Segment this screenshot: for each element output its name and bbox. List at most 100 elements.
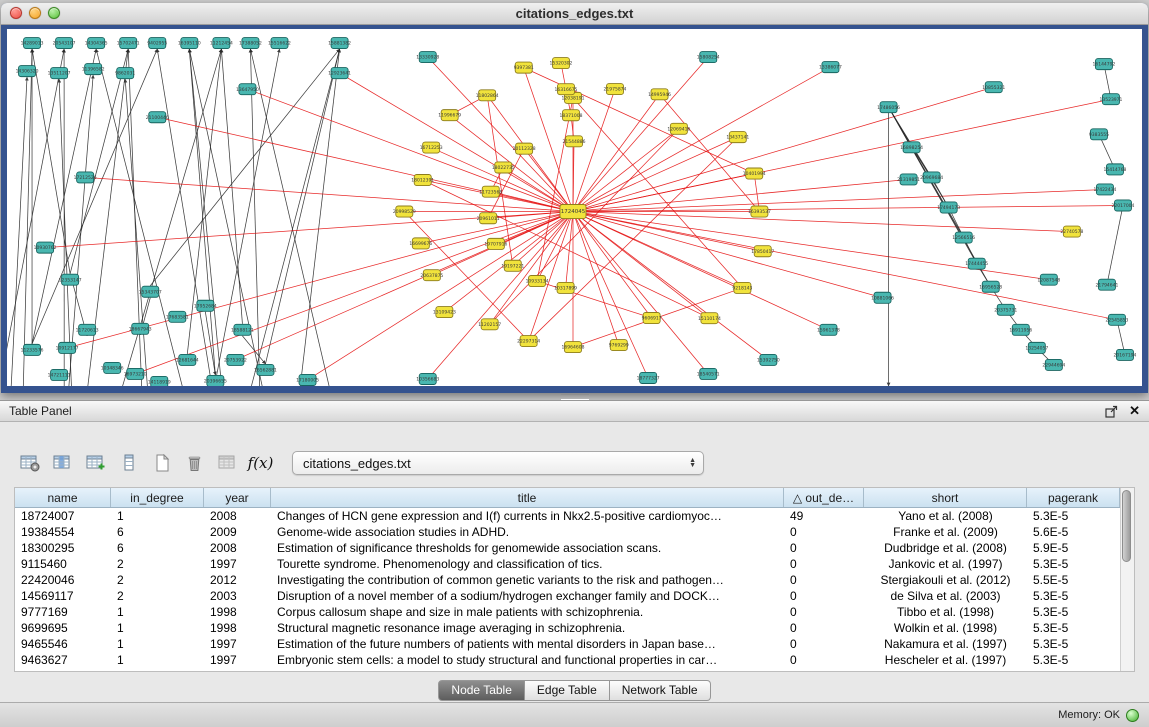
table-row[interactable]: 2242004622012Investigating the contribut… xyxy=(15,572,1120,588)
svg-text:16699676: 16699676 xyxy=(409,241,432,247)
memory-ok-indicator xyxy=(1126,709,1139,722)
column-header-title[interactable]: title xyxy=(271,488,784,507)
column-header-name[interactable]: name xyxy=(15,488,111,507)
svg-text:9769299: 9769299 xyxy=(609,343,629,349)
table-cell-title: Embryonic stem cells: a model to study s… xyxy=(271,652,784,668)
table-cell-pagerank: 5.3E-5 xyxy=(1027,636,1120,652)
table-cell-year: 1998 xyxy=(204,620,271,636)
table-row[interactable]: 946554611997Estimation of the future num… xyxy=(15,636,1120,652)
table-cell-year: 2008 xyxy=(204,508,271,524)
table-cell-year: 1997 xyxy=(204,636,271,652)
table-cell-name: 9115460 xyxy=(15,556,111,572)
svg-text:13647950: 13647950 xyxy=(236,87,259,93)
table-row[interactable]: 1872400712008Changes of HCN gene express… xyxy=(15,508,1120,524)
network-graph-canvas[interactable]: 1428901320543107143043651570247194029551… xyxy=(7,29,1142,386)
table-plus-icon xyxy=(86,454,106,472)
svg-text:22740578: 22740578 xyxy=(1060,229,1083,235)
network-canvas-frame: 1428901320543107143043651570247194029551… xyxy=(1,25,1148,393)
table-mode-button[interactable] xyxy=(14,449,45,477)
minimize-window-button[interactable] xyxy=(29,7,41,19)
svg-text:20543107: 20543107 xyxy=(53,41,76,47)
svg-text:15392750: 15392750 xyxy=(757,358,780,364)
tab-edge-table[interactable]: Edge Table xyxy=(525,680,610,701)
table-cell-out-de: 0 xyxy=(784,652,864,668)
svg-text:18777327: 18777327 xyxy=(637,376,660,382)
svg-text:20961011: 20961011 xyxy=(477,216,500,222)
column-header-year[interactable]: year xyxy=(204,488,271,507)
svg-text:21100446: 21100446 xyxy=(146,115,169,121)
table-scrollbar[interactable] xyxy=(1120,488,1134,671)
dropdown-arrows-icon: ▲▼ xyxy=(689,458,696,469)
table-cell-pagerank: 5.3E-5 xyxy=(1027,556,1120,572)
close-panel-icon[interactable]: ✕ xyxy=(1129,405,1140,417)
svg-text:10881066: 10881066 xyxy=(871,295,894,301)
svg-text:13386077: 13386077 xyxy=(819,65,842,71)
tab-network-table[interactable]: Network Table xyxy=(610,680,711,701)
table-cell-year: 2003 xyxy=(204,588,271,604)
column-header-pagerank[interactable]: pagerank xyxy=(1027,488,1120,507)
table-row[interactable]: 1938455462009Genome-wide association stu… xyxy=(15,524,1120,540)
function-builder-button[interactable]: f(x) xyxy=(245,449,276,477)
svg-text:18667943: 18667943 xyxy=(129,326,152,332)
table-row[interactable]: 969969511998Structural magnetic resonanc… xyxy=(15,620,1120,636)
table-cell-year: 2012 xyxy=(204,572,271,588)
close-window-button[interactable] xyxy=(10,7,22,19)
table-cell-pagerank: 5.3E-5 xyxy=(1027,588,1120,604)
svg-text:19707916: 19707916 xyxy=(484,242,507,248)
svg-text:20112328: 20112328 xyxy=(513,146,536,152)
zoom-window-button[interactable] xyxy=(48,7,60,19)
show-columns-button[interactable] xyxy=(47,449,78,477)
column-header-short[interactable]: short xyxy=(864,488,1027,507)
window-titlebar[interactable]: citations_edges.txt xyxy=(1,3,1148,25)
float-panel-icon[interactable] xyxy=(1105,405,1118,418)
table-cell-pagerank: 5.6E-5 xyxy=(1027,524,1120,540)
svg-text:13330928: 13330928 xyxy=(416,55,439,61)
table-row[interactable]: 1830029562008Estimation of significance … xyxy=(15,540,1120,556)
row-mode-button[interactable] xyxy=(113,449,144,477)
panel-splitter[interactable] xyxy=(0,393,1149,400)
new-column-button[interactable] xyxy=(80,449,111,477)
table-row[interactable]: 911546021997Tourette syndrome. Phenomeno… xyxy=(15,556,1120,572)
new-table-button[interactable] xyxy=(146,449,177,477)
svg-text:18022735: 18022735 xyxy=(492,165,515,171)
svg-text:11233576: 11233576 xyxy=(21,348,44,354)
network-window: citations_edges.txt 14289013205431071430… xyxy=(1,3,1148,393)
table-selector-dropdown[interactable]: citations_edges.txt ▲▼ xyxy=(292,451,704,475)
tab-node-table[interactable]: Node Table xyxy=(438,680,525,701)
table-row[interactable]: 977716911998Corpus callosum shape and si… xyxy=(15,604,1120,620)
svg-text:16712253: 16712253 xyxy=(420,145,443,151)
table-cell-pagerank: 5.9E-5 xyxy=(1027,540,1120,556)
svg-text:9606917: 9606917 xyxy=(642,316,662,322)
svg-text:20167194: 20167194 xyxy=(1114,353,1137,359)
svg-text:11723568: 11723568 xyxy=(479,189,502,195)
svg-text:15881382: 15881382 xyxy=(328,41,351,47)
svg-text:16562881: 16562881 xyxy=(254,368,277,374)
import-table-button[interactable] xyxy=(212,449,243,477)
table-panel-header: Table Panel ✕ xyxy=(0,401,1149,422)
svg-text:13523971: 13523971 xyxy=(1099,97,1122,103)
table-cell-pagerank: 5.3E-5 xyxy=(1027,508,1120,524)
svg-text:20998529: 20998529 xyxy=(393,209,416,215)
table-cell-title: Estimation of significance thresholds fo… xyxy=(271,540,784,556)
table-row[interactable]: 1456911722003Disruption of a novel membe… xyxy=(15,588,1120,604)
table-cell-out-de: 0 xyxy=(784,572,864,588)
delete-table-button[interactable] xyxy=(179,449,210,477)
table-cell-short: de Silva et al. (2003) xyxy=(864,588,1027,604)
table-cell-pagerank: 5.5E-5 xyxy=(1027,572,1120,588)
svg-text:20637875: 20637875 xyxy=(420,273,443,279)
table-row[interactable]: 946362711997Embryonic stem cells: a mode… xyxy=(15,652,1120,668)
table-cell-out-de: 0 xyxy=(784,636,864,652)
svg-text:11996679: 11996679 xyxy=(438,113,461,119)
table-toolbar: f(x) citations_edges.txt ▲▼ xyxy=(14,448,1135,478)
svg-text:10401994: 10401994 xyxy=(743,171,766,177)
svg-text:16898254: 16898254 xyxy=(900,145,923,151)
svg-text:16316675: 16316675 xyxy=(555,87,578,93)
svg-text:12923641: 12923641 xyxy=(328,71,351,77)
column-header-out-de[interactable]: △ out_de… xyxy=(784,488,864,507)
table-header-row: namein_degreeyeartitle△ out_de…shortpage… xyxy=(15,488,1120,508)
svg-text:15808254: 15808254 xyxy=(697,55,720,61)
column-header-in-degree[interactable]: in_degree xyxy=(111,488,204,507)
svg-text:15702471: 15702471 xyxy=(117,41,140,47)
scrollbar-thumb[interactable] xyxy=(1122,490,1131,562)
table-cell-in-degree: 1 xyxy=(111,620,204,636)
